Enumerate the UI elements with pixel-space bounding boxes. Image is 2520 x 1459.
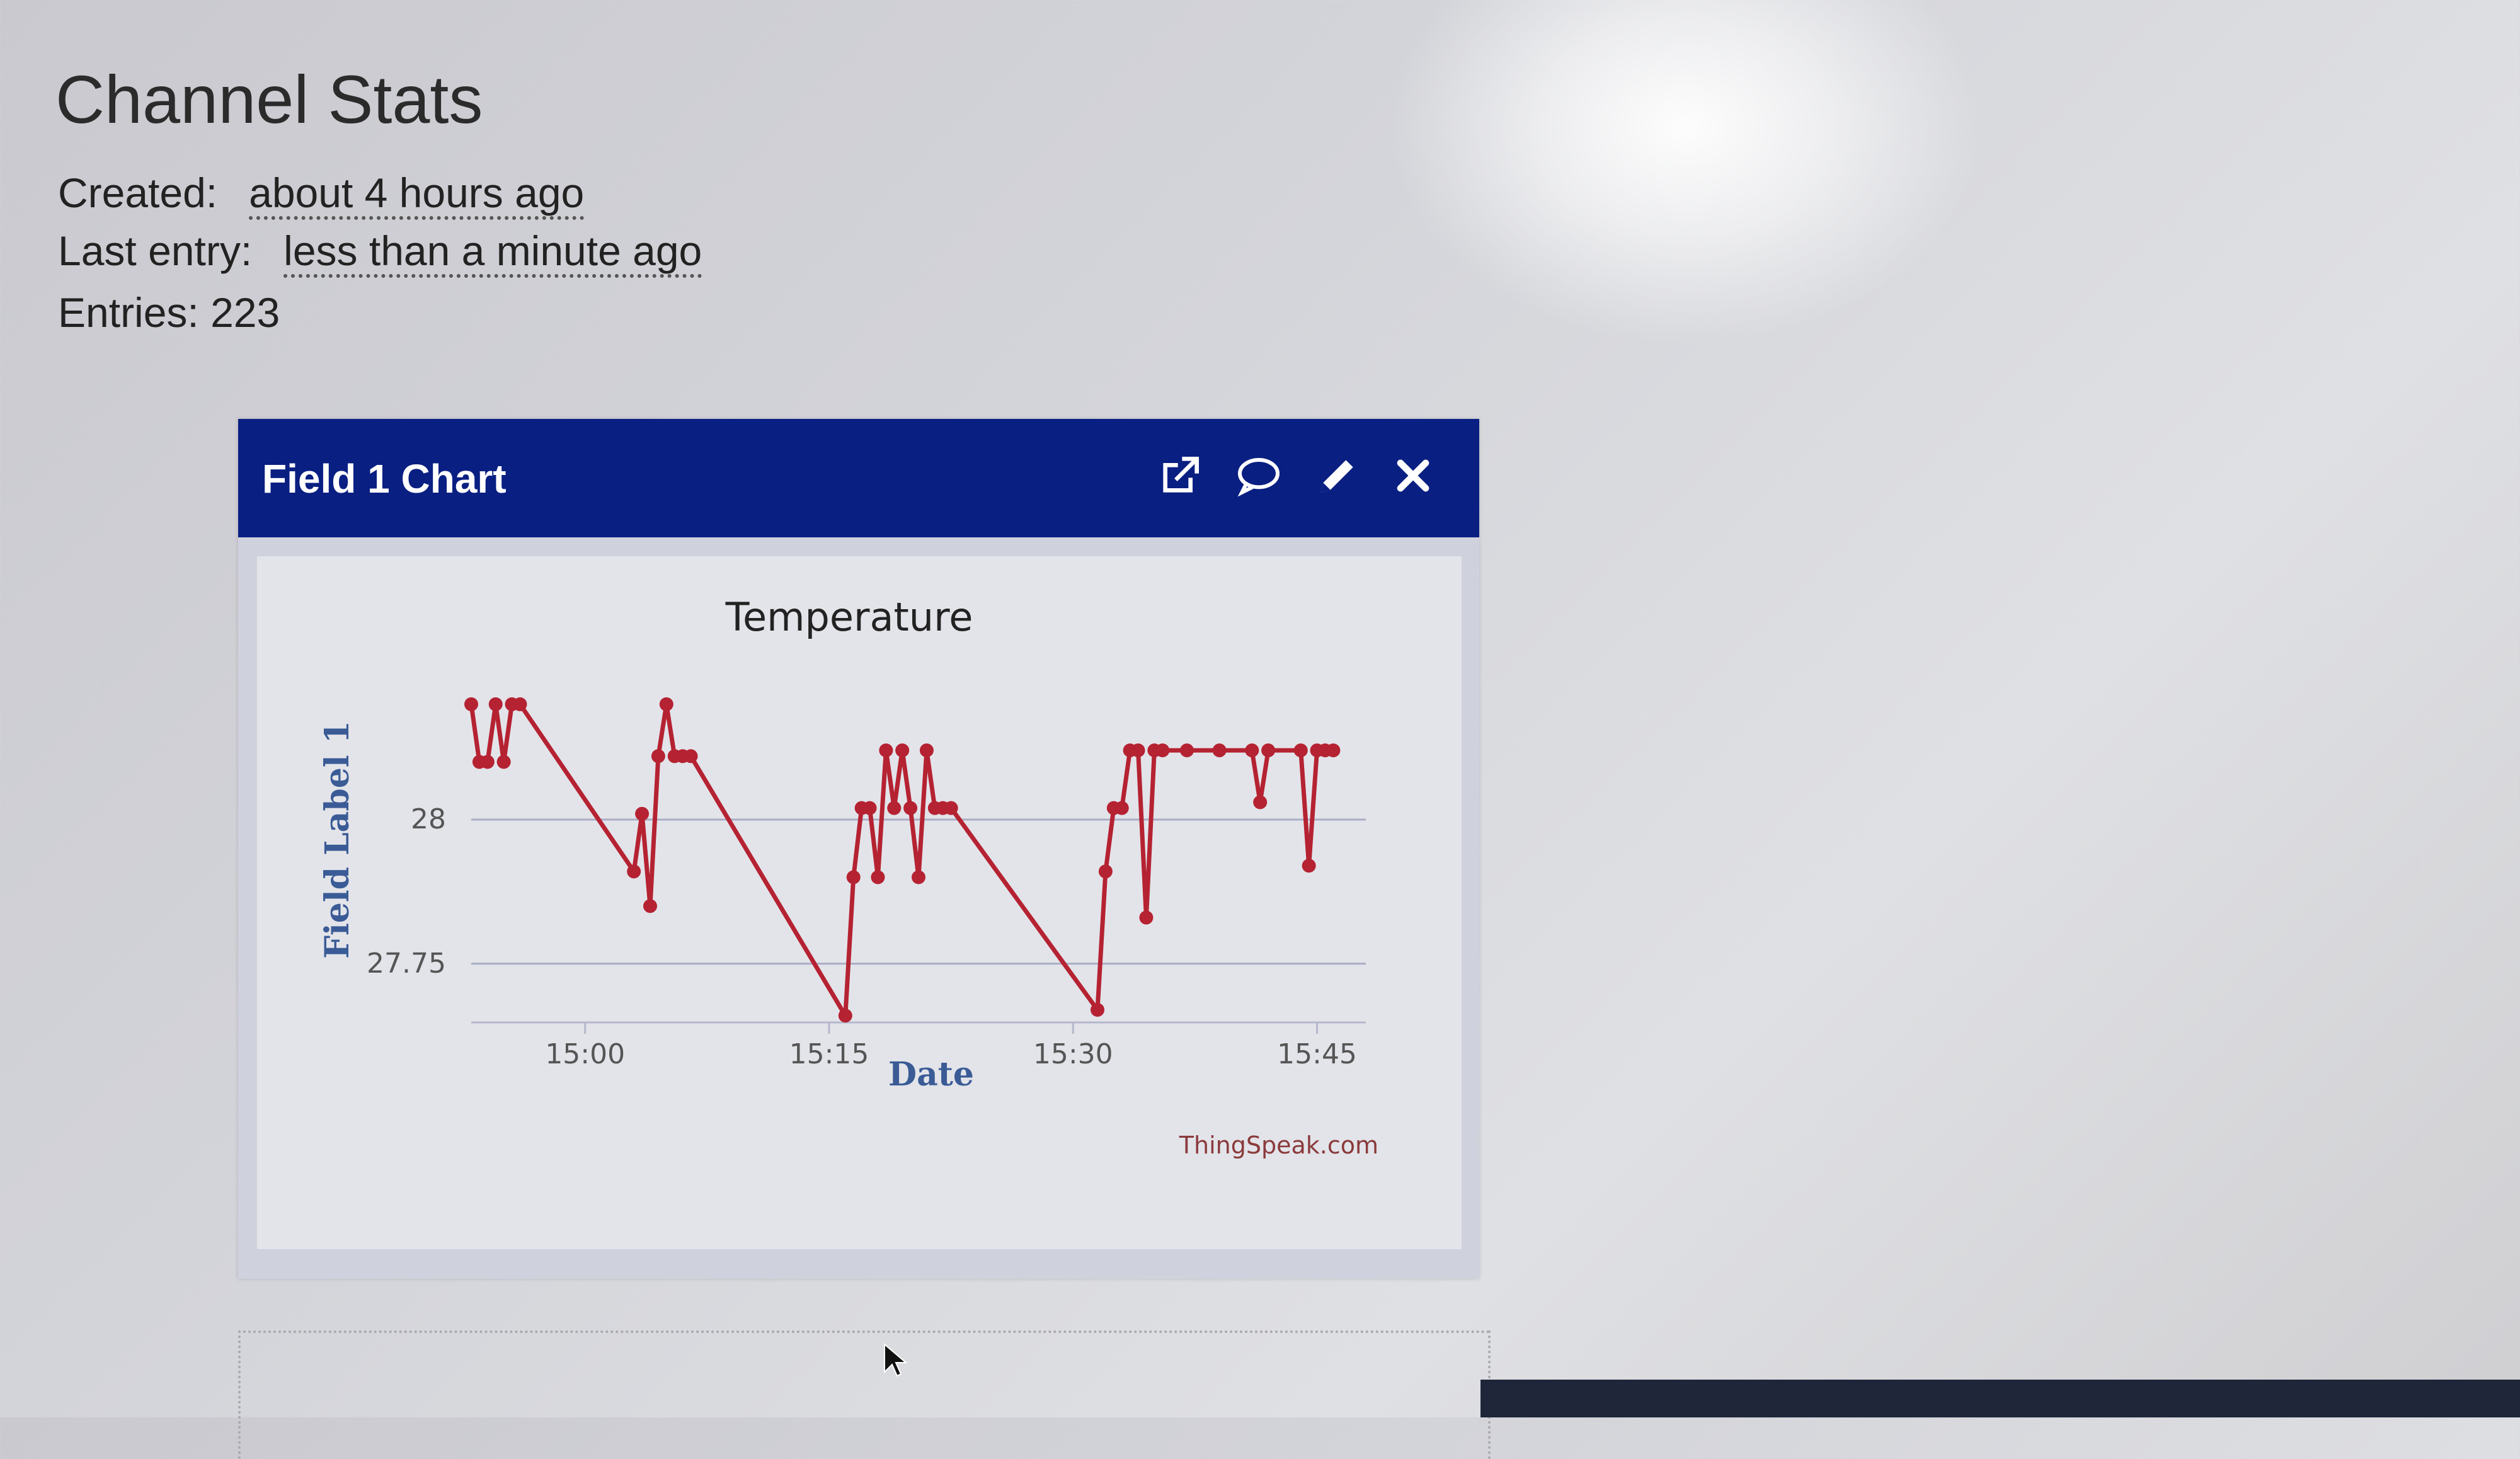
x-axis-label: Date [888,1055,974,1094]
x-tick-label: 15:15 [789,1038,869,1070]
data-point[interactable] [1293,743,1308,758]
comment-icon[interactable] [1234,450,1284,501]
data-point[interactable] [1098,864,1113,879]
data-point[interactable] [1131,743,1145,758]
data-point[interactable] [1139,910,1154,925]
data-point[interactable] [627,864,641,879]
taskbar-edge [1480,1380,2520,1417]
x-tick-label: 15:30 [1033,1038,1113,1070]
external-link-icon[interactable] [1155,450,1205,501]
data-point[interactable] [643,899,657,913]
created-label: Created: [58,169,218,216]
panel-title: Field 1 Chart [262,456,507,501]
data-point[interactable] [651,749,665,764]
data-point[interactable] [862,801,877,815]
data-point[interactable] [903,801,918,815]
data-point[interactable] [895,743,910,758]
temperature-chart: Temperature 2827.7515:00 15:15 15:30 15:45 … [318,594,1378,1159]
data-point[interactable] [1114,801,1129,815]
data-point[interactable] [879,743,893,758]
pencil-icon[interactable] [1312,450,1363,501]
data-point[interactable] [1253,795,1268,810]
data-point[interactable] [871,870,885,884]
data-point[interactable] [659,697,673,711]
panel-header: Field 1 Chart [238,419,1479,537]
close-icon[interactable] [1388,450,1438,501]
y-tick-label: 27.75 [367,947,446,980]
last-entry-label: Last entry: [58,227,253,274]
data-point[interactable] [1326,743,1341,758]
data-point[interactable] [1261,743,1276,758]
data-point[interactable] [1180,743,1194,758]
next-panel-outline [238,1330,1491,1459]
data-point[interactable] [1155,743,1170,758]
data-point[interactable] [1302,859,1316,873]
data-point[interactable] [488,697,503,711]
y-tick-label: 28 [411,803,446,835]
chart-title: Temperature [725,594,973,640]
data-point[interactable] [919,743,934,758]
data-point[interactable] [846,870,861,884]
chart-area: Temperature 28 27.75 15:00 15:15 15:30 15:45 … [257,556,1462,1249]
screen-glare [1386,0,1984,346]
page-title: Channel Stats [55,61,483,137]
y-axis-label: Field Label 1 [318,721,357,959]
data-point[interactable] [887,801,902,815]
data-point[interactable] [944,801,958,815]
created-stat: Created: about 4 hours ago [58,169,585,220]
data-point[interactable] [838,1009,852,1023]
x-tick-label: 15:45 [1277,1038,1357,1070]
data-point[interactable] [464,697,478,711]
field-chart-panel: Field 1 Chart Temperature 28 27.75 15:00 15… [238,419,1479,1279]
data-point[interactable] [1212,743,1227,758]
data-point[interactable] [912,870,925,884]
created-value: about 4 hours ago [249,169,585,220]
data-point[interactable] [496,755,511,769]
data-point[interactable] [635,806,650,821]
last-entry-stat: Last entry: less than a minute ago [58,227,702,278]
data-point[interactable] [480,755,495,769]
data-point[interactable] [513,697,527,711]
entries-count: Entries: 223 [58,289,280,336]
thingspeak-credit[interactable]: ThingSpeak.com [1179,1131,1378,1159]
last-entry-value: less than a minute ago [284,227,702,278]
mouse-cursor-icon [884,1342,907,1377]
data-point[interactable] [1091,1003,1104,1017]
data-point[interactable] [1245,743,1259,758]
data-point[interactable] [684,749,698,764]
x-tick-label: 15:00 [545,1038,625,1070]
